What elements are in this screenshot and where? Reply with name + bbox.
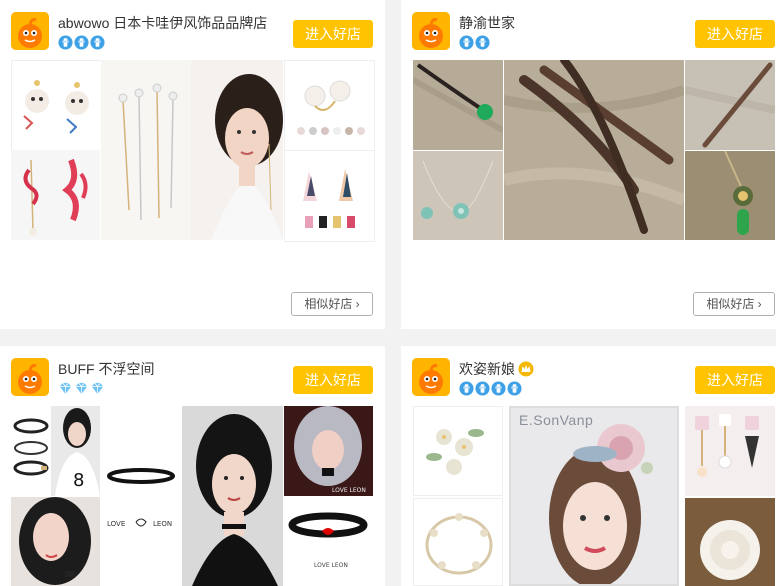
model-selfie-photo[interactable] <box>11 497 100 586</box>
diamond-badge-icon <box>59 382 72 395</box>
svg-text:LOVE LEON: LOVE LEON <box>332 487 366 494</box>
bridal-model-flower-headpiece-photo[interactable]: E.SonVanp <box>509 406 679 586</box>
shop-avatar[interactable] <box>11 12 49 50</box>
blue-crown-badge-icon <box>459 35 474 50</box>
shop-avatar[interactable] <box>412 12 450 50</box>
jade-flower-hairpin-photo[interactable] <box>685 151 775 240</box>
shop-name[interactable]: 欢姿新娘 <box>459 361 515 377</box>
similar-shops-button[interactable]: 相似好店 › <box>693 292 775 316</box>
mascot-icon <box>11 358 49 396</box>
enter-shop-button[interactable]: 进入好店 <box>695 20 775 48</box>
wooden-hairpins-photo[interactable] <box>504 60 684 240</box>
enter-shop-button[interactable]: 进入好店 <box>695 366 775 394</box>
svg-text:LOVE LEON: LOVE LEON <box>314 562 348 569</box>
enter-shop-button[interactable]: 进入好店 <box>293 366 373 394</box>
shop-name[interactable]: abwowo 日本卡哇伊风饰品品牌店 <box>58 13 267 33</box>
blue-crown-badge-icon <box>74 35 89 50</box>
mascot-icon <box>412 358 450 396</box>
blue-crown-badge-icon <box>459 381 474 396</box>
enter-shop-button[interactable]: 进入好店 <box>293 20 373 48</box>
shop-level-badges <box>459 381 523 397</box>
similar-shops-button[interactable]: 相似好店 › <box>291 292 373 316</box>
diamond-badge-icon <box>91 382 104 395</box>
pearl-earrings-photo[interactable] <box>284 60 375 151</box>
shop-name[interactable]: 静渝世家 <box>459 13 515 33</box>
red-coral-earrings-photo[interactable] <box>11 150 100 240</box>
leaf-tiara-photo[interactable] <box>413 498 503 586</box>
shop-avatar[interactable] <box>412 358 450 396</box>
blue-crown-badge-icon <box>491 381 506 396</box>
white-flower-brooch-photo[interactable] <box>685 498 775 586</box>
model-number-eight-shirt-photo[interactable]: 8 <box>51 406 100 496</box>
diamond-badge-icon <box>75 382 88 395</box>
floral-hairpin-photo[interactable] <box>413 406 503 496</box>
jade-bead-threader-photo[interactable] <box>413 151 503 240</box>
tassel-earrings-photo[interactable] <box>284 150 375 242</box>
model-black-choker-photo[interactable] <box>182 406 283 586</box>
blue-crown-badge-icon <box>475 35 490 50</box>
blue-crown-badge-icon <box>507 381 522 396</box>
gold-crown-icon <box>518 361 534 377</box>
shop-card: 欢姿新娘 进入好店 E.SonVanp <box>401 346 776 586</box>
shop-level-badges <box>459 35 491 51</box>
blue-crown-badge-icon <box>475 381 490 396</box>
drop-earrings-photo[interactable] <box>685 406 775 496</box>
shop-level-badges <box>58 381 106 397</box>
shop-card: 静渝世家 进入好店 相似好店 › <box>401 0 776 329</box>
svg-text:8: 8 <box>73 470 84 491</box>
shop-name[interactable]: BUFF 不浮空间 <box>58 359 154 379</box>
blue-crown-badge-icon <box>58 35 73 50</box>
love-leon-choker-photo[interactable]: LOVE LEON <box>101 406 182 586</box>
svg-text:LEON: LEON <box>153 520 172 528</box>
svg-text:LOVE: LOVE <box>107 520 125 528</box>
watermark-text: E.SonVanp <box>519 412 594 428</box>
shop-avatar[interactable] <box>11 358 49 396</box>
long-pin-earrings-photo[interactable] <box>101 60 191 240</box>
shop-card: BUFF 不浮空间 进入好店 8 LOVE LEON LOVE LEON LOVE… <box>0 346 385 586</box>
model-wearing-earrings-photo[interactable] <box>191 60 283 240</box>
blue-crown-badge-icon <box>90 35 105 50</box>
shop-level-badges <box>58 35 106 51</box>
shop-name-row: 欢姿新娘 <box>459 359 534 379</box>
silver-hair-model-photo[interactable]: LOVE LEON <box>284 406 373 496</box>
green-jade-hairpin-photo[interactable] <box>413 60 503 150</box>
cat-earrings-photo[interactable] <box>11 60 102 151</box>
mascot-icon <box>11 12 49 50</box>
heart-choker-photo[interactable]: LOVE LEON <box>284 497 373 586</box>
shop-card: abwowo 日本卡哇伊风饰品品牌店 进入好店 相似好店 › <box>0 0 385 329</box>
wooden-stick-hairpin-photo[interactable] <box>685 60 775 150</box>
mascot-icon <box>412 12 450 50</box>
